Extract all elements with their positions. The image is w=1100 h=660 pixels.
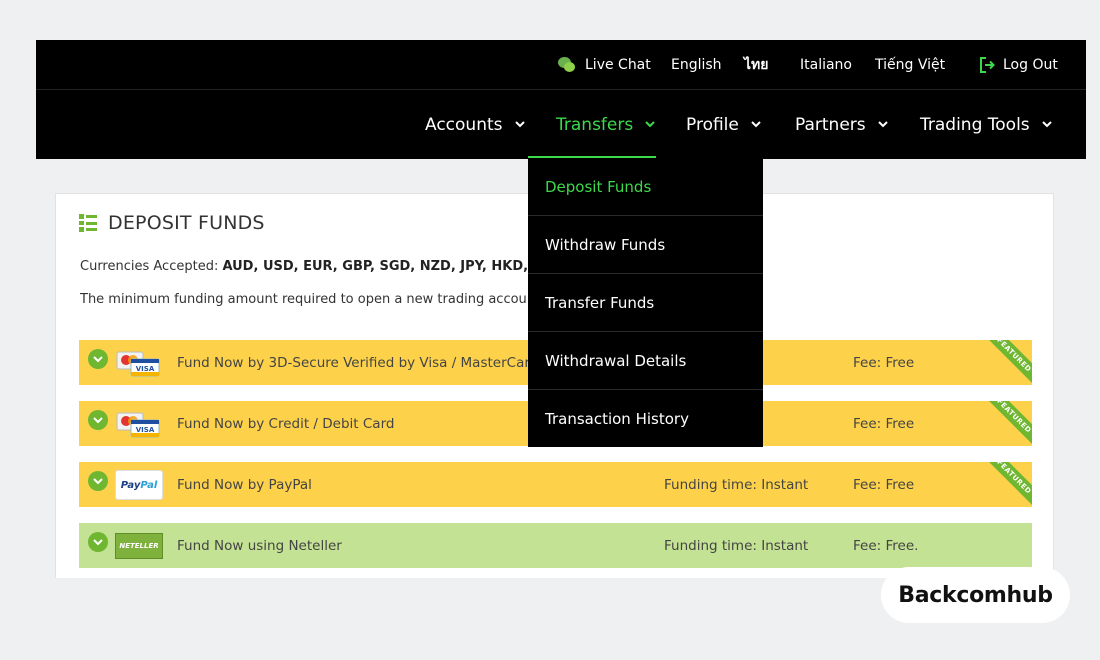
live-chat-label: Live Chat (585, 57, 651, 73)
currencies-value: AUD, USD, EUR, GBP, SGD, NZD, JPY, HKD, … (222, 259, 565, 274)
nav-transfers-label: Transfers (556, 114, 634, 135)
chevron-down-icon (877, 121, 888, 128)
check-circle-icon (88, 349, 108, 369)
nav-profile-label: Profile (686, 114, 739, 135)
panel-title-text: DEPOSIT FUNDS (108, 212, 265, 234)
method-name: Fund Now by 3D-Secure Verified by Visa /… (177, 354, 552, 371)
chevron-down-icon (514, 121, 525, 128)
logout-label: Log Out (1003, 57, 1058, 73)
chevron-down-icon (1041, 121, 1052, 128)
funding-time: Funding time: Instant (664, 476, 809, 493)
chat-bubble-icon (558, 56, 576, 74)
check-circle-icon (88, 410, 108, 430)
minimum-funding-note: The minimum funding amount required to o… (80, 292, 527, 307)
nav-partners-label: Partners (795, 114, 866, 135)
nav-accounts-label: Accounts (425, 114, 503, 135)
language-italiano[interactable]: Italiano (800, 40, 852, 90)
paypal-logo-pal: Pal (140, 479, 158, 491)
currencies-label: Currencies Accepted: (80, 259, 219, 274)
funding-time: Funding time: Instant (664, 537, 809, 554)
method-name: Fund Now by Credit / Debit Card (177, 415, 395, 432)
transfers-dropdown-menu: Deposit Funds Withdraw Funds Transfer Fu… (528, 158, 763, 447)
method-name: Fund Now by PayPal (177, 476, 312, 493)
top-utility-bar: Live Chat English ไทย Italiano Tiếng Việ… (36, 40, 1086, 90)
payment-method-row[interactable]: NETELLER Fund Now using Neteller Funding… (79, 523, 1032, 568)
live-chat-link[interactable]: Live Chat (558, 40, 651, 90)
chevron-down-icon (645, 121, 655, 128)
language-thai[interactable]: ไทย (744, 40, 768, 90)
svg-text:VISA: VISA (136, 426, 155, 434)
panel-title: DEPOSIT FUNDS (79, 212, 265, 234)
featured-ribbon: FEATURED (985, 462, 1032, 506)
dropdown-item-withdraw-funds[interactable]: Withdraw Funds (528, 216, 763, 274)
list-icon (79, 214, 97, 232)
language-vietnamese[interactable]: Tiếng Việt (875, 40, 945, 90)
language-english[interactable]: English (671, 40, 722, 90)
fee-label: Fee: Free (853, 354, 915, 371)
nav-trading-tools-label: Trading Tools (920, 114, 1030, 135)
paypal-logo: Pay Pal (115, 470, 163, 500)
fee-label: Fee: Free. (853, 537, 919, 554)
nav-transfers[interactable]: Transfers (527, 90, 657, 159)
fee-label: Fee: Free (853, 415, 915, 432)
brand-watermark: Backcomhub (881, 567, 1070, 623)
featured-ribbon: FEATURED (985, 340, 1032, 384)
visa-mastercard-logo: VISA (116, 351, 160, 377)
visa-mastercard-logo: VISA (116, 412, 160, 438)
svg-text:VISA: VISA (136, 365, 155, 373)
nav-profile[interactable]: Profile (686, 90, 761, 159)
logout-icon (980, 57, 995, 73)
nav-trading-tools[interactable]: Trading Tools (920, 90, 1052, 159)
paypal-logo-pay: Pay (120, 479, 141, 491)
logout-link[interactable]: Log Out (979, 40, 1058, 90)
check-circle-icon (88, 471, 108, 491)
chevron-down-icon (751, 121, 761, 128)
fee-label: Fee: Free (853, 476, 915, 493)
featured-ribbon: FEATURED (985, 401, 1032, 445)
method-name: Fund Now using Neteller (177, 537, 342, 554)
main-navigation: Accounts Transfers Profile Partners Trad… (36, 90, 1086, 159)
dropdown-item-withdrawal-details[interactable]: Withdrawal Details (528, 332, 763, 390)
payment-method-row[interactable]: Pay Pal Fund Now by PayPal Funding time: … (79, 462, 1032, 507)
currencies-line: Currencies Accepted: AUD, USD, EUR, GBP,… (80, 259, 565, 274)
dropdown-item-transfer-funds[interactable]: Transfer Funds (528, 274, 763, 332)
dropdown-item-deposit-funds[interactable]: Deposit Funds (528, 158, 763, 216)
neteller-logo: NETELLER (115, 533, 163, 559)
nav-partners[interactable]: Partners (795, 90, 888, 159)
nav-accounts[interactable]: Accounts (425, 90, 525, 159)
dropdown-item-transaction-history[interactable]: Transaction History (528, 390, 763, 448)
check-circle-icon (88, 532, 108, 552)
